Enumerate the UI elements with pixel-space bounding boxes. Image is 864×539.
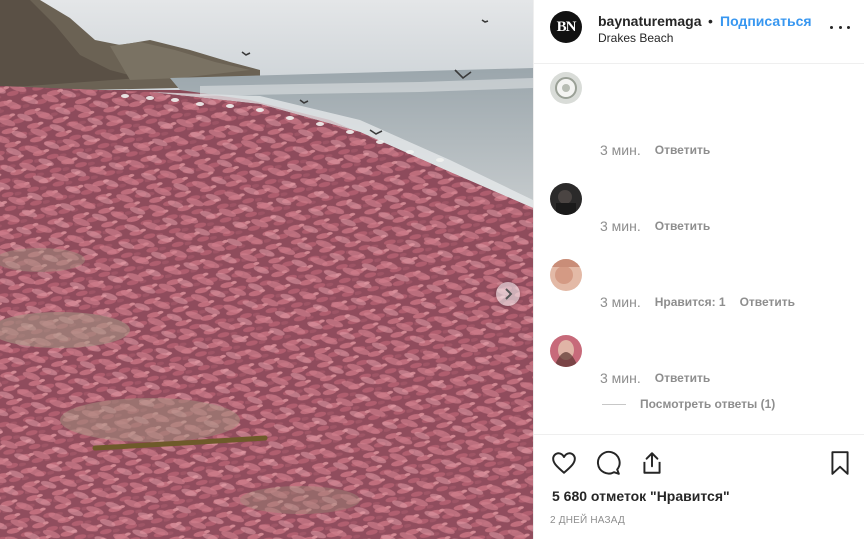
heart-icon[interactable] — [551, 450, 577, 476]
share-icon[interactable] — [639, 450, 665, 476]
commenter-avatar[interactable] — [550, 335, 582, 367]
comment-bubble-icon[interactable] — [595, 450, 621, 476]
carousel-next-button[interactable] — [496, 282, 520, 306]
reply-button[interactable]: Ответить — [655, 218, 710, 234]
post-side-panel: BN baynaturemaga • Подписаться Drakes Be… — [533, 0, 864, 539]
post-actions-section: 5 680 отметок "Нравится" 2 ДНЕЙ НАЗАД — [534, 434, 864, 539]
post-photo[interactable] — [0, 0, 533, 539]
beach-photo-image — [0, 0, 533, 539]
reply-button[interactable]: Ответить — [655, 370, 710, 386]
view-replies-button[interactable]: Посмотреть ответы (1) — [602, 397, 775, 411]
bookmark-icon[interactable] — [827, 450, 853, 476]
post-date[interactable]: 2 ДНЕЙ НАЗАД — [550, 515, 625, 526]
avatar[interactable]: BN — [550, 11, 582, 43]
comment-time: 3 мин. — [600, 294, 641, 310]
comment-time: 3 мин. — [600, 370, 641, 386]
ellipsis-icon[interactable] — [830, 17, 850, 37]
view-replies-label: Посмотреть ответы (1) — [640, 397, 776, 411]
follow-button[interactable]: Подписаться — [720, 13, 812, 29]
replies-divider-line — [602, 403, 626, 405]
post-header: BN baynaturemaga • Подписаться Drakes Be… — [534, 0, 864, 64]
reply-button[interactable]: Ответить — [655, 142, 710, 158]
location-link[interactable]: Drakes Beach — [598, 31, 673, 45]
chevron-right-icon — [505, 288, 513, 300]
commenter-avatar[interactable] — [550, 259, 582, 291]
comments-list[interactable]: 3 мин. Ответить 3 мин. Ответить 3 мин. Н… — [534, 64, 864, 434]
comment-time: 3 мин. — [600, 218, 641, 234]
username-link[interactable]: baynaturemaga — [598, 13, 701, 29]
comment-likes-count[interactable]: Нравится: 1 — [655, 294, 726, 310]
separator-dot: • — [708, 13, 713, 29]
reply-button[interactable]: Ответить — [740, 294, 795, 310]
avatar-initials: BN — [556, 18, 577, 35]
commenter-avatar[interactable] — [550, 72, 582, 104]
commenter-avatar[interactable] — [550, 183, 582, 215]
comment-time: 3 мин. — [600, 142, 641, 158]
likes-count[interactable]: 5 680 отметок "Нравится" — [552, 488, 730, 504]
